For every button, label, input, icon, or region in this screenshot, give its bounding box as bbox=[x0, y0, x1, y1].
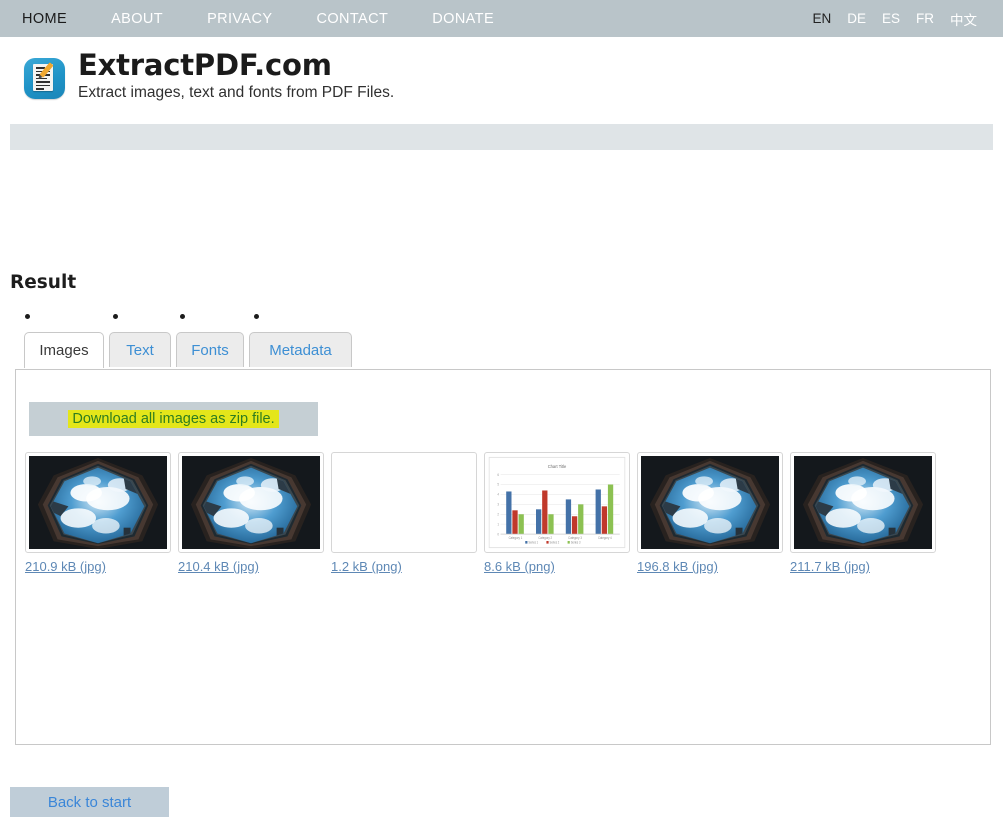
tab-bullet-images bbox=[25, 314, 30, 319]
list-item: Chart Title 0123456 Category 1 Category … bbox=[484, 452, 637, 576]
thumbnail-frame[interactable] bbox=[637, 452, 783, 553]
lang-es[interactable]: ES bbox=[882, 11, 900, 26]
ad-placeholder-bar bbox=[10, 124, 993, 150]
lang-en[interactable]: EN bbox=[812, 11, 831, 26]
top-navigation-bar: HOME ABOUT PRIVACY CONTACT DONATE EN DE … bbox=[0, 0, 1003, 37]
nav-item-donate[interactable]: DONATE bbox=[432, 11, 494, 27]
download-all-zip-button[interactable]: Download all images as zip file. bbox=[29, 402, 318, 436]
porthole-sky-photo-icon bbox=[794, 456, 932, 549]
svg-text:Series 2: Series 2 bbox=[550, 540, 560, 544]
document-pencil-icon bbox=[24, 58, 65, 99]
nav-item-contact[interactable]: CONTACT bbox=[316, 11, 388, 27]
main-nav-links: HOME ABOUT PRIVACY CONTACT DONATE bbox=[0, 11, 538, 27]
language-selector: EN DE ES FR 中文 bbox=[796, 9, 1003, 29]
page-title: Result bbox=[10, 272, 77, 293]
thumbnail-frame[interactable]: Chart Title 0123456 Category 1 Category … bbox=[484, 452, 630, 553]
svg-text:5: 5 bbox=[497, 482, 499, 486]
blank-image-icon bbox=[335, 456, 473, 549]
thumbnail-frame[interactable] bbox=[25, 452, 171, 553]
list-item: 1.2 kB (png) bbox=[331, 452, 484, 576]
site-title: ExtractPDF.com bbox=[78, 48, 332, 82]
tab-images[interactable]: Images bbox=[24, 332, 104, 368]
site-tagline: Extract images, text and fonts from PDF … bbox=[78, 84, 395, 101]
back-to-start-label: Back to start bbox=[47, 793, 132, 811]
nav-item-home[interactable]: HOME bbox=[22, 11, 67, 27]
svg-text:4: 4 bbox=[497, 492, 499, 496]
tab-bullet-metadata bbox=[254, 314, 259, 319]
list-item: 210.4 kB (jpg) bbox=[178, 452, 331, 576]
image-size-link[interactable]: 210.4 kB (jpg) bbox=[178, 559, 259, 574]
svg-text:Chart Title: Chart Title bbox=[548, 464, 567, 469]
lang-zh[interactable]: 中文 bbox=[950, 9, 977, 29]
image-size-link[interactable]: 8.6 kB (png) bbox=[484, 559, 555, 574]
svg-text:2: 2 bbox=[497, 512, 499, 516]
brand-text-block: ExtractPDF.com Extract images, text and … bbox=[78, 45, 394, 101]
svg-text:Series 1: Series 1 bbox=[528, 540, 538, 544]
tab-metadata[interactable]: Metadata bbox=[249, 332, 352, 367]
image-size-link[interactable]: 196.8 kB (jpg) bbox=[637, 559, 718, 574]
list-item: 196.8 kB (jpg) bbox=[637, 452, 790, 576]
back-to-start-button[interactable]: Back to start bbox=[10, 787, 169, 817]
svg-text:0: 0 bbox=[497, 532, 499, 536]
svg-text:1: 1 bbox=[497, 522, 499, 526]
list-item: 211.7 kB (jpg) bbox=[790, 452, 943, 576]
porthole-sky-photo-icon bbox=[641, 456, 779, 549]
extracted-images-grid: 210.9 kB (jpg) 210.4 kB (jpg) 1.2 kB (pn… bbox=[25, 452, 985, 583]
lang-de[interactable]: DE bbox=[847, 11, 866, 26]
nav-item-privacy[interactable]: PRIVACY bbox=[207, 11, 272, 27]
site-branding: ExtractPDF.com Extract images, text and … bbox=[0, 45, 1003, 110]
bar-chart-thumbnail-icon: Chart Title 0123456 Category 1 Category … bbox=[488, 456, 626, 549]
thumbnail-frame[interactable] bbox=[331, 452, 477, 553]
image-size-link[interactable]: 210.9 kB (jpg) bbox=[25, 559, 106, 574]
tab-bullet-fonts bbox=[180, 314, 185, 319]
images-tab-panel: Download all images as zip file. 210.9 k… bbox=[15, 369, 991, 745]
tab-fonts[interactable]: Fonts bbox=[176, 332, 244, 367]
svg-text:Category 4: Category 4 bbox=[598, 536, 612, 540]
tab-bullet-text bbox=[113, 314, 118, 319]
svg-text:Category 1: Category 1 bbox=[509, 536, 523, 540]
svg-text:Series 3: Series 3 bbox=[571, 540, 581, 544]
nav-item-about[interactable]: ABOUT bbox=[111, 11, 163, 27]
thumbnail-frame[interactable] bbox=[178, 452, 324, 553]
lang-fr[interactable]: FR bbox=[916, 11, 934, 26]
image-size-link[interactable]: 1.2 kB (png) bbox=[331, 559, 402, 574]
tab-text[interactable]: Text bbox=[109, 332, 171, 367]
result-tabs: Images Text Fonts Metadata bbox=[10, 314, 991, 370]
download-all-zip-label: Download all images as zip file. bbox=[68, 410, 279, 428]
thumbnail-frame[interactable] bbox=[790, 452, 936, 553]
porthole-sky-photo-icon bbox=[29, 456, 167, 549]
svg-text:6: 6 bbox=[497, 473, 499, 477]
list-item: 210.9 kB (jpg) bbox=[25, 452, 178, 576]
image-size-link[interactable]: 211.7 kB (jpg) bbox=[790, 559, 870, 574]
svg-text:3: 3 bbox=[497, 502, 499, 506]
porthole-sky-photo-icon bbox=[182, 456, 320, 549]
